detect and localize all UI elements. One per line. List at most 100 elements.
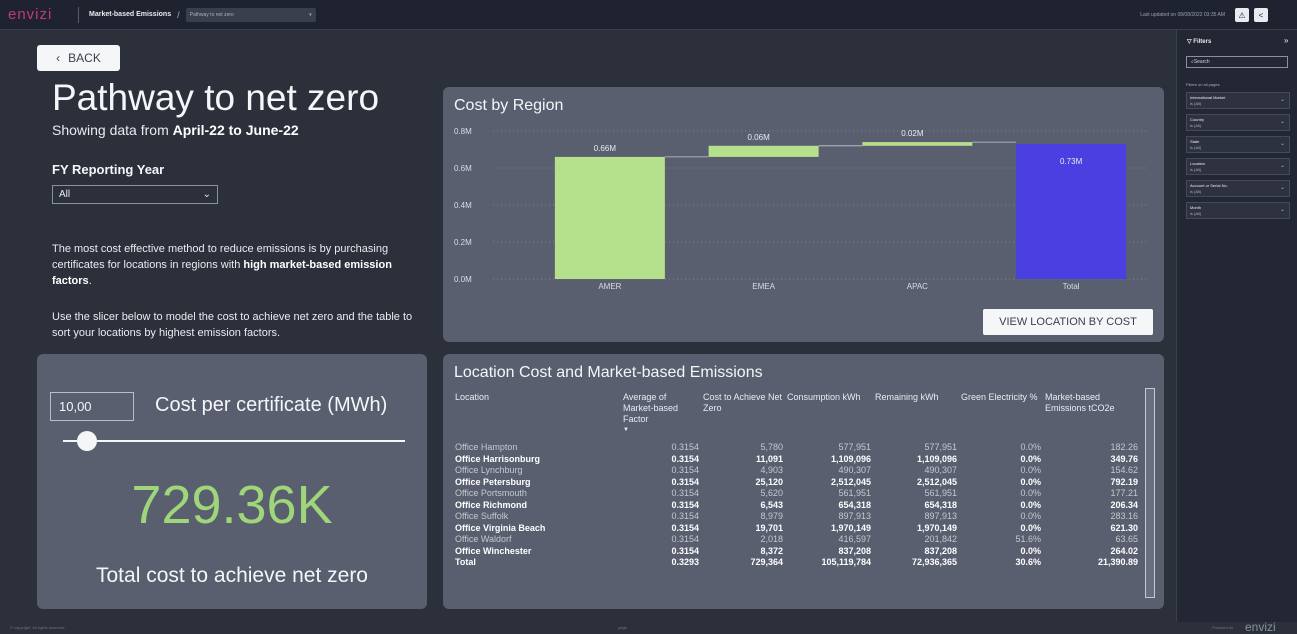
chevron-down-icon: ⌄: [202, 189, 211, 200]
table-cell: 2,512,045: [830, 476, 871, 487]
filter-card[interactable]: Location is (All) ⌄: [1186, 158, 1290, 175]
column-header[interactable]: Market-based Emissions tCO2e: [1043, 392, 1140, 442]
table-cell: 0.0%: [1020, 499, 1041, 510]
filter-card[interactable]: State is (All) ⌄: [1186, 136, 1290, 153]
filter-card[interactable]: Country is (All) ⌄: [1186, 114, 1290, 131]
filters-search-input[interactable]: ⌕ Search: [1186, 56, 1288, 68]
table-row[interactable]: Office Portsmouth 0.3154 5,620 561,951 561,9…: [453, 488, 1140, 500]
x-tick-label: APAC: [907, 282, 928, 291]
sort-descending-icon: ▼: [623, 427, 629, 433]
table-cell: 1,970,149: [916, 522, 957, 533]
filter-card[interactable]: Account or Serial No. is (All) ⌄: [1186, 180, 1290, 197]
breadcrumb-separator: /: [177, 9, 180, 20]
table-cell: 0.0%: [1020, 488, 1041, 498]
column-header[interactable]: Cost to Achieve Net Zero: [701, 392, 785, 442]
y-tick-label: 0.4M: [454, 201, 472, 210]
chevron-down-icon: ⌄: [1279, 141, 1285, 147]
table-cell: 264.02: [1110, 545, 1138, 556]
fy-slicer-dropdown[interactable]: All ⌄: [52, 185, 218, 204]
table-row[interactable]: Office Winchester 0.3154 8,372 837,208 837,2…: [453, 546, 1140, 558]
table-cell: 621.30: [1110, 522, 1138, 533]
table-cell: 4,903: [760, 465, 783, 475]
table-cell: 19,701: [755, 522, 783, 533]
table-row[interactable]: Office Virginia Beach 0.3154 19,701 1,970,1…: [453, 523, 1140, 535]
chart-bar: [862, 142, 973, 146]
table-cell: Office Petersburg: [455, 476, 531, 487]
table-cell: 561,951: [924, 488, 957, 498]
table-cell: 0.0%: [1020, 522, 1041, 533]
table-cell: 0.3154: [671, 453, 699, 464]
table-row[interactable]: Office Waldorf 0.3154 2,018 416,597 201,842 5…: [453, 534, 1140, 546]
table-cell: Office Suffolk: [455, 511, 509, 521]
share-icon: <: [1258, 10, 1264, 20]
filter-name: State: [1190, 139, 1200, 144]
instruction-paragraph: Use the slicer below to model the cost t…: [52, 311, 413, 339]
report-name[interactable]: Market-based Emissions: [89, 11, 171, 18]
cost-per-certificate-input[interactable]: 10,00: [50, 392, 134, 421]
table-cell: Office Portsmouth: [455, 488, 527, 498]
chart-bar: [708, 145, 819, 157]
table-scrollbar[interactable]: [1145, 388, 1155, 598]
powered-by: Powered by: [1212, 625, 1234, 630]
filter-name: Location: [1190, 161, 1206, 166]
table-cell: 11,091: [755, 453, 783, 464]
column-header[interactable]: Remaining kWh: [873, 392, 959, 442]
table-cell: 0.3154: [671, 442, 699, 452]
table-cell: 561,951: [838, 488, 871, 498]
table-total-cell: 30.6%: [1015, 557, 1041, 567]
back-label: BACK: [68, 51, 101, 65]
collapse-filters-button[interactable]: »: [1284, 36, 1288, 45]
table-cell: Office Richmond: [455, 499, 528, 510]
table-cell: 182.26: [1110, 442, 1138, 452]
chevron-down-icon: ⌄: [1279, 119, 1285, 125]
column-header[interactable]: Average of Market-based Factor ▼: [621, 392, 701, 442]
filter-name: Country: [1190, 117, 1205, 122]
subtitle-range: April-22 to June-22: [172, 122, 299, 138]
table-cell: 154.62: [1110, 465, 1138, 475]
table-cell: 0.3154: [671, 499, 699, 510]
filter-card[interactable]: Month is (All) ⌄: [1186, 202, 1290, 219]
table-row[interactable]: Office Lynchburg 0.3154 4,903 490,307 490,30…: [453, 465, 1140, 477]
table-cell: 0.3154: [671, 545, 699, 556]
bell-icon: ⚠: [1238, 10, 1246, 20]
last-updated: Last updated on 08/08/2022 03:35 AM: [1140, 11, 1225, 18]
table-cell: 63.65: [1115, 534, 1138, 544]
back-button[interactable]: ‹ BACK: [37, 45, 120, 71]
table-row[interactable]: Office Hampton 0.3154 5,780 577,951 577,951 0…: [453, 442, 1140, 454]
chevron-down-icon: ⌄: [1279, 163, 1285, 169]
filter-value: is (All): [1190, 189, 1202, 194]
view-location-by-cost-button[interactable]: VIEW LOCATION BY COST: [983, 309, 1153, 335]
x-tick-label: EMEA: [752, 282, 775, 291]
share-button[interactable]: <: [1254, 8, 1268, 22]
cost-slider-track[interactable]: [63, 440, 405, 442]
table-total-cell: 72,936,365: [911, 557, 957, 567]
chevron-down-icon: ⌄: [1279, 207, 1285, 213]
table-cell: Office Virginia Beach: [455, 522, 546, 533]
cost-per-certificate-label: Cost per certificate (MWh): [155, 394, 388, 416]
table-total-cell: 729,364: [750, 557, 783, 567]
table-total-row: Total 0.3293 729,364 105,119,784 72,936,365 3…: [453, 557, 1140, 569]
table-row[interactable]: Office Richmond 0.3154 6,543 654,318 654,318…: [453, 500, 1140, 512]
table-cell: 0.0%: [1020, 476, 1041, 487]
filter-card[interactable]: International Market is (All) ⌄: [1186, 92, 1290, 109]
column-header[interactable]: Green Electricity %: [959, 392, 1043, 442]
table-total-cell: 21,390.89: [1097, 557, 1138, 567]
cost-model-card: 10,00 Cost per certificate (MWh) 729.36K…: [37, 354, 427, 609]
cost-by-region-chart: 0.0M 0.2M 0.4M 0.6M 0.8M 0.66M AMER 0.06M EMEA 0.…: [454, 127, 1148, 291]
table-cell: 0.0%: [1020, 442, 1041, 452]
table-cell: 2,512,045: [916, 476, 957, 487]
table-cell: 0.0%: [1020, 545, 1041, 556]
table-cell: 0.3154: [671, 488, 699, 498]
table-row[interactable]: Office Petersburg 0.3154 25,120 2,512,045 2,…: [453, 477, 1140, 489]
top-bar: envizi Market-based Emissions / Pathway …: [0, 0, 1297, 30]
footer: © copyright. All rights reserved. page P…: [0, 620, 1297, 634]
chart-bar: [554, 156, 665, 279]
table-row[interactable]: Office Suffolk 0.3154 8,979 897,913 897,913 0…: [453, 511, 1140, 523]
column-header[interactable]: Location: [453, 392, 621, 442]
intro-end: .: [88, 275, 92, 287]
cost-slider-thumb[interactable]: [76, 431, 97, 451]
alert-button[interactable]: ⚠: [1235, 8, 1249, 22]
column-header[interactable]: Consumption kWh: [785, 392, 873, 442]
page-selector[interactable]: Pathway to net zero ▾: [185, 7, 316, 22]
table-row[interactable]: Office Harrisonburg 0.3154 11,091 1,109,096…: [453, 454, 1140, 466]
